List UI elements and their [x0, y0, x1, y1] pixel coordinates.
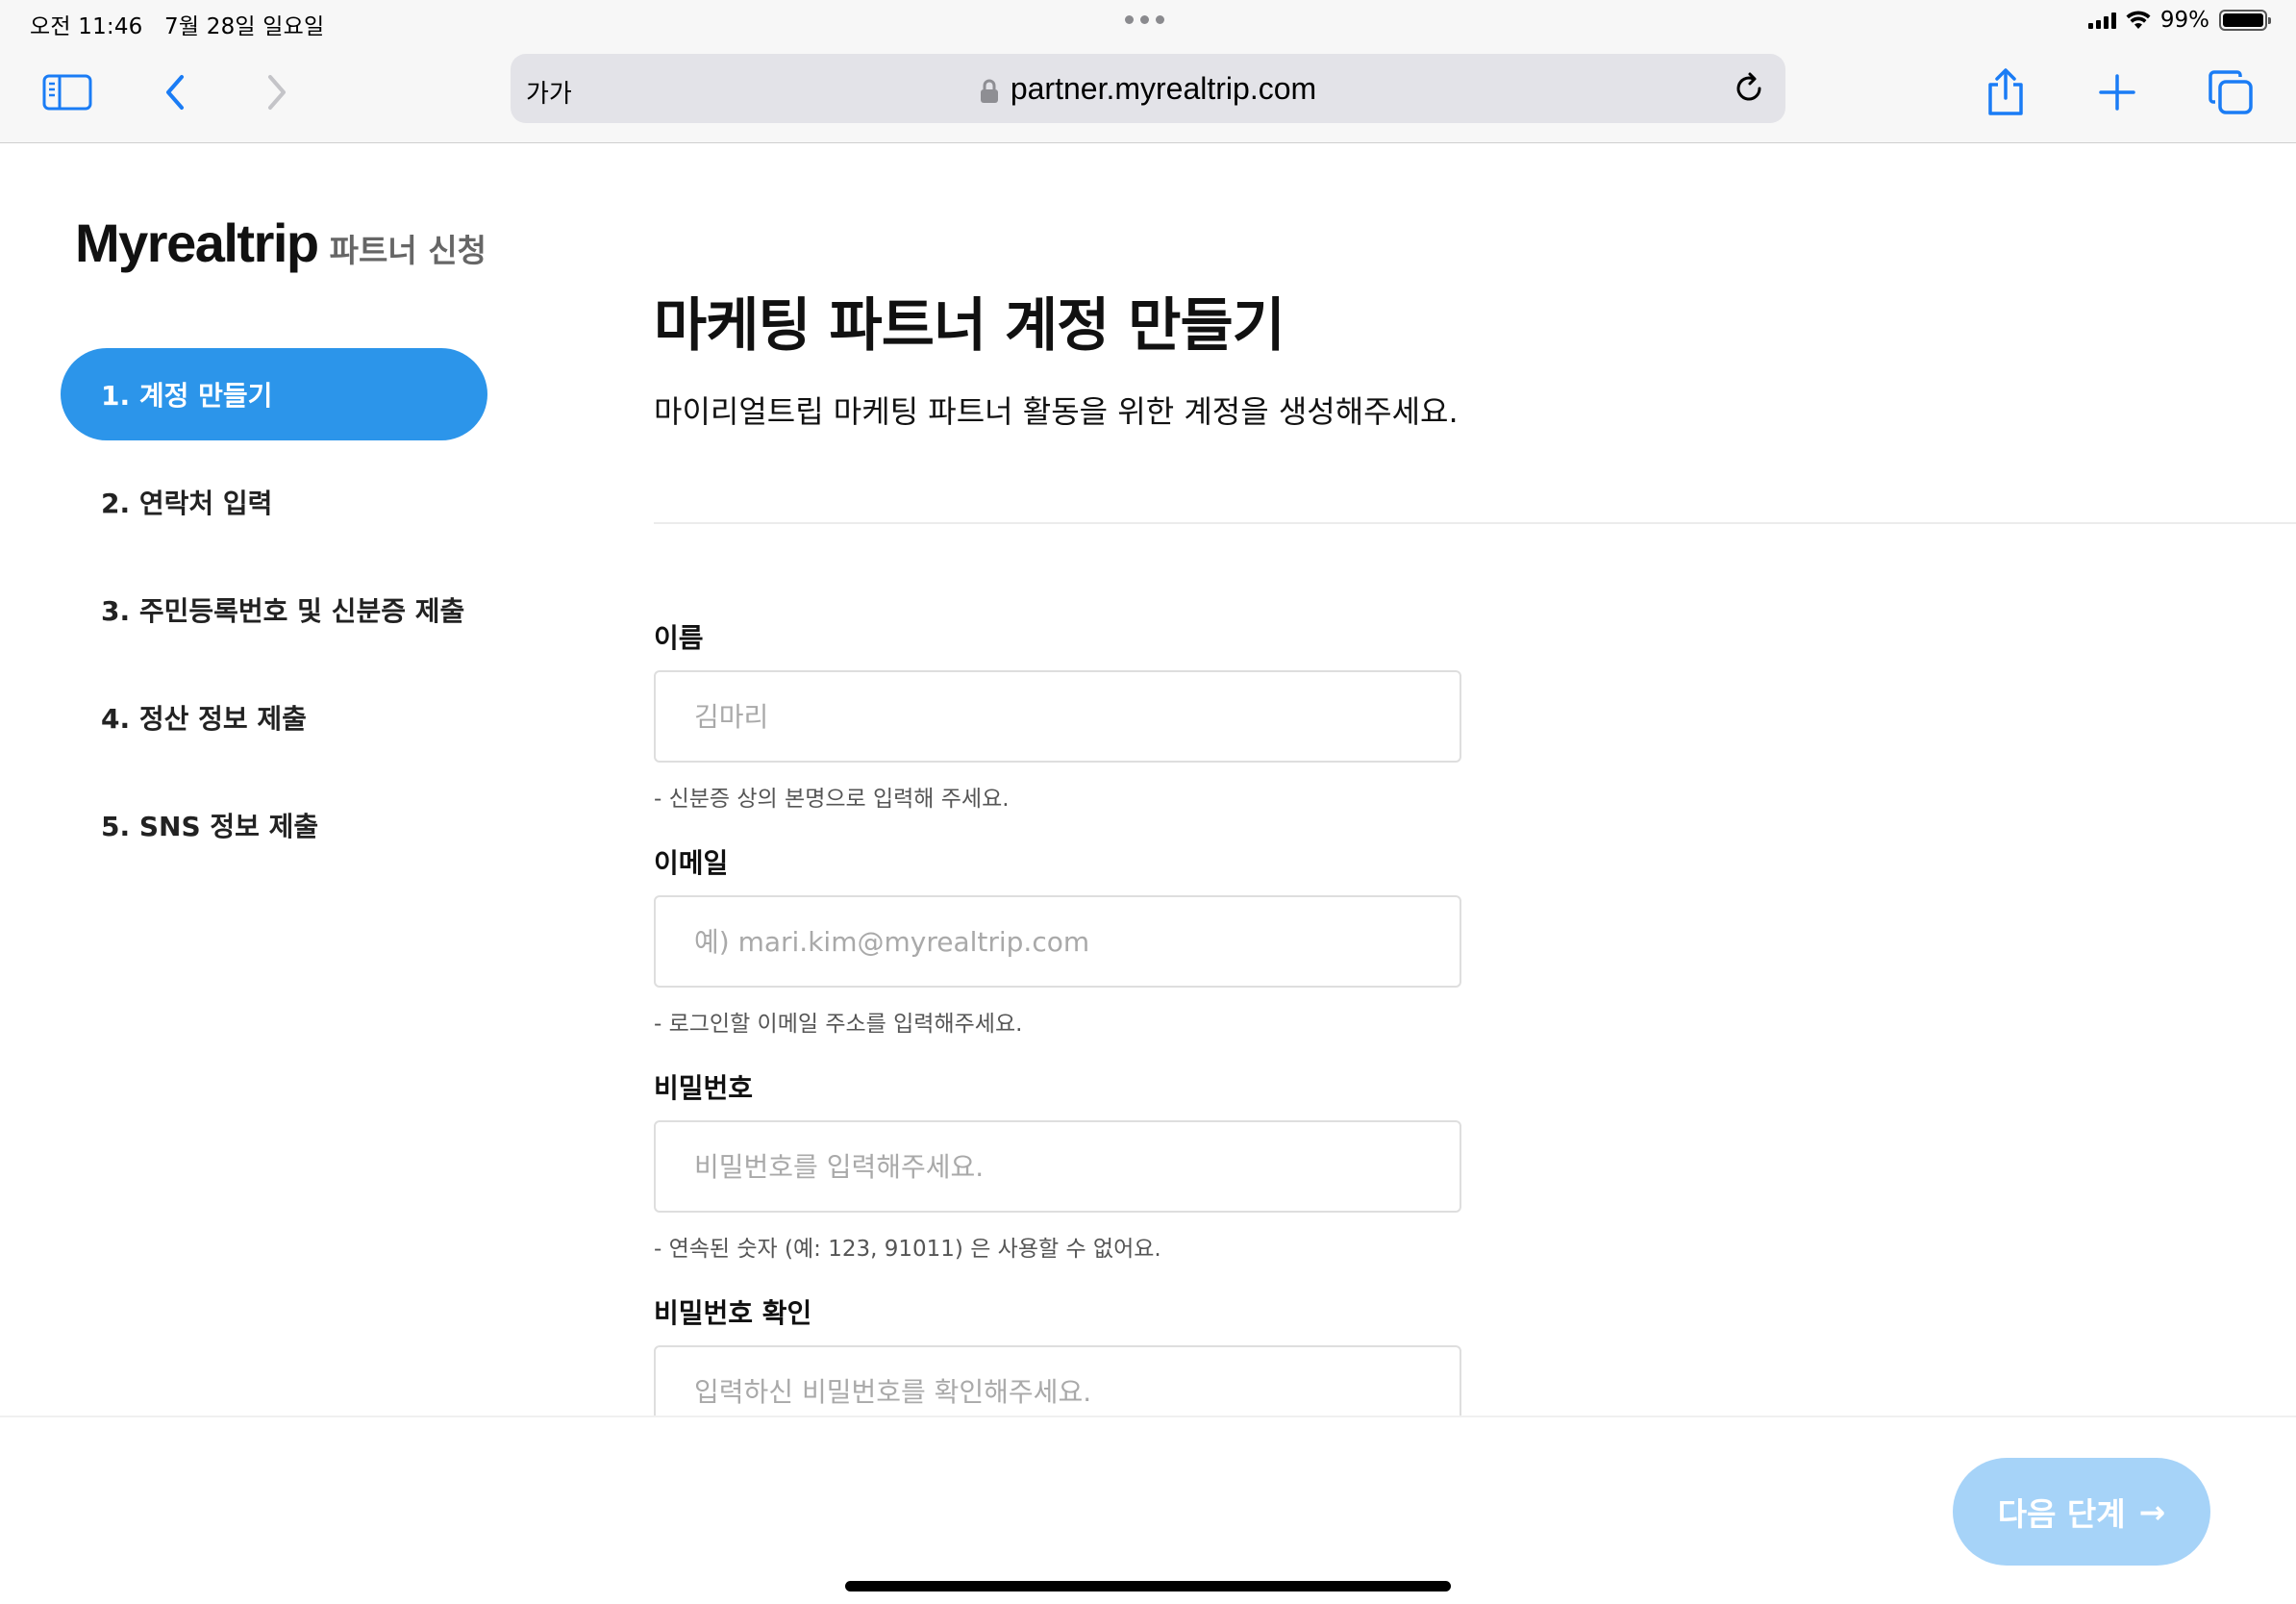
step-item-sns[interactable]: 5. SNS 정보 제출: [61, 779, 487, 871]
bottom-action-bar: 다음 단계 →: [0, 1416, 2296, 1604]
multitasking-dots[interactable]: [1125, 15, 1164, 24]
status-bar: 오전 11:46 7월 28일 일요일 99%: [0, 0, 2296, 46]
name-field-group: 이름 - 신분증 상의 본명으로 입력해 주세요.: [654, 617, 1461, 842]
new-tab-icon[interactable]: [2088, 63, 2146, 121]
brand[interactable]: Myrealtrip 파트너 신청: [75, 212, 487, 274]
email-label: 이메일: [654, 847, 729, 879]
password-confirm-label: 비밀번호 확인: [654, 1297, 812, 1329]
back-icon[interactable]: [146, 63, 204, 121]
wifi-icon: [2126, 11, 2151, 29]
arrow-right-icon: →: [2138, 1492, 2166, 1531]
name-label: 이름: [654, 622, 704, 654]
password-input[interactable]: [654, 1120, 1461, 1213]
brand-subtitle: 파트너 신청: [329, 232, 487, 269]
tabs-overview-icon[interactable]: [2202, 63, 2259, 121]
sidebar-toggle-icon[interactable]: [38, 63, 96, 121]
name-input[interactable]: [654, 670, 1461, 763]
battery-percent: 99%: [2159, 8, 2209, 33]
address-bar[interactable]: 가가 partner.myrealtrip.com: [511, 54, 1785, 123]
email-field-group: 이메일 - 로그인할 이메일 주소를 입력해주세요.: [654, 842, 1461, 1067]
password-field-group: 비밀번호 - 연속된 숫자 (예: 123, 91011) 은 사용할 수 없어…: [654, 1067, 1461, 1292]
home-indicator[interactable]: [845, 1581, 1451, 1591]
page-title: 마케팅 파트너 계정 만들기: [654, 292, 1285, 360]
step-item-id-verification[interactable]: 3. 주민등록번호 및 신분증 제출: [61, 564, 487, 656]
status-indicators: 99%: [2087, 8, 2271, 33]
status-time: 오전 11:46 7월 28일 일요일: [30, 14, 325, 39]
battery-icon: [2219, 10, 2271, 31]
step-navigation: 1. 계정 만들기 2. 연락처 입력 3. 주민등록번호 및 신분증 제출 4…: [61, 348, 487, 887]
url-display[interactable]: partner.myrealtrip.com: [511, 71, 1785, 107]
password-label: 비밀번호: [654, 1072, 754, 1104]
page-subtitle: 마이리얼트립 마케팅 파트너 활동을 위한 계정을 생성해주세요.: [654, 393, 1459, 430]
email-help-text: - 로그인할 이메일 주소를 입력해주세요.: [654, 1012, 1023, 1037]
browser-toolbar: 가가 partner.myrealtrip.com: [0, 46, 2296, 143]
lock-icon: [980, 79, 998, 103]
page-header: 마케팅 파트너 계정 만들기 마이리얼트립 마케팅 파트너 활동을 위한 계정을…: [654, 279, 1459, 432]
next-step-label: 다음 단계: [1997, 1495, 2126, 1533]
divider: [654, 522, 2296, 524]
email-input[interactable]: [654, 895, 1461, 988]
cellular-signal-icon: [2087, 12, 2116, 29]
share-icon[interactable]: [1977, 63, 2034, 121]
step-item-contact[interactable]: 2. 연락처 입력: [61, 456, 487, 548]
signup-form: 이름 - 신분증 상의 본명으로 입력해 주세요. 이메일 - 로그인할 이메일…: [654, 617, 1461, 1517]
next-step-button[interactable]: 다음 단계 →: [1953, 1458, 2210, 1566]
step-item-account[interactable]: 1. 계정 만들기: [61, 348, 487, 440]
forward-icon[interactable]: [248, 63, 306, 121]
url-text: partner.myrealtrip.com: [1010, 71, 1317, 106]
reload-icon[interactable]: [1732, 71, 1766, 106]
step-item-settlement[interactable]: 4. 정산 정보 제출: [61, 671, 487, 764]
password-help-text: - 연속된 숫자 (예: 123, 91011) 은 사용할 수 없어요.: [654, 1237, 1161, 1262]
name-help-text: - 신분증 상의 본명으로 입력해 주세요.: [654, 787, 1010, 812]
page-content: Myrealtrip 파트너 신청 1. 계정 만들기 2. 연락처 입력 3.…: [0, 144, 2296, 1438]
myrealtrip-logo[interactable]: Myrealtrip: [75, 212, 319, 274]
